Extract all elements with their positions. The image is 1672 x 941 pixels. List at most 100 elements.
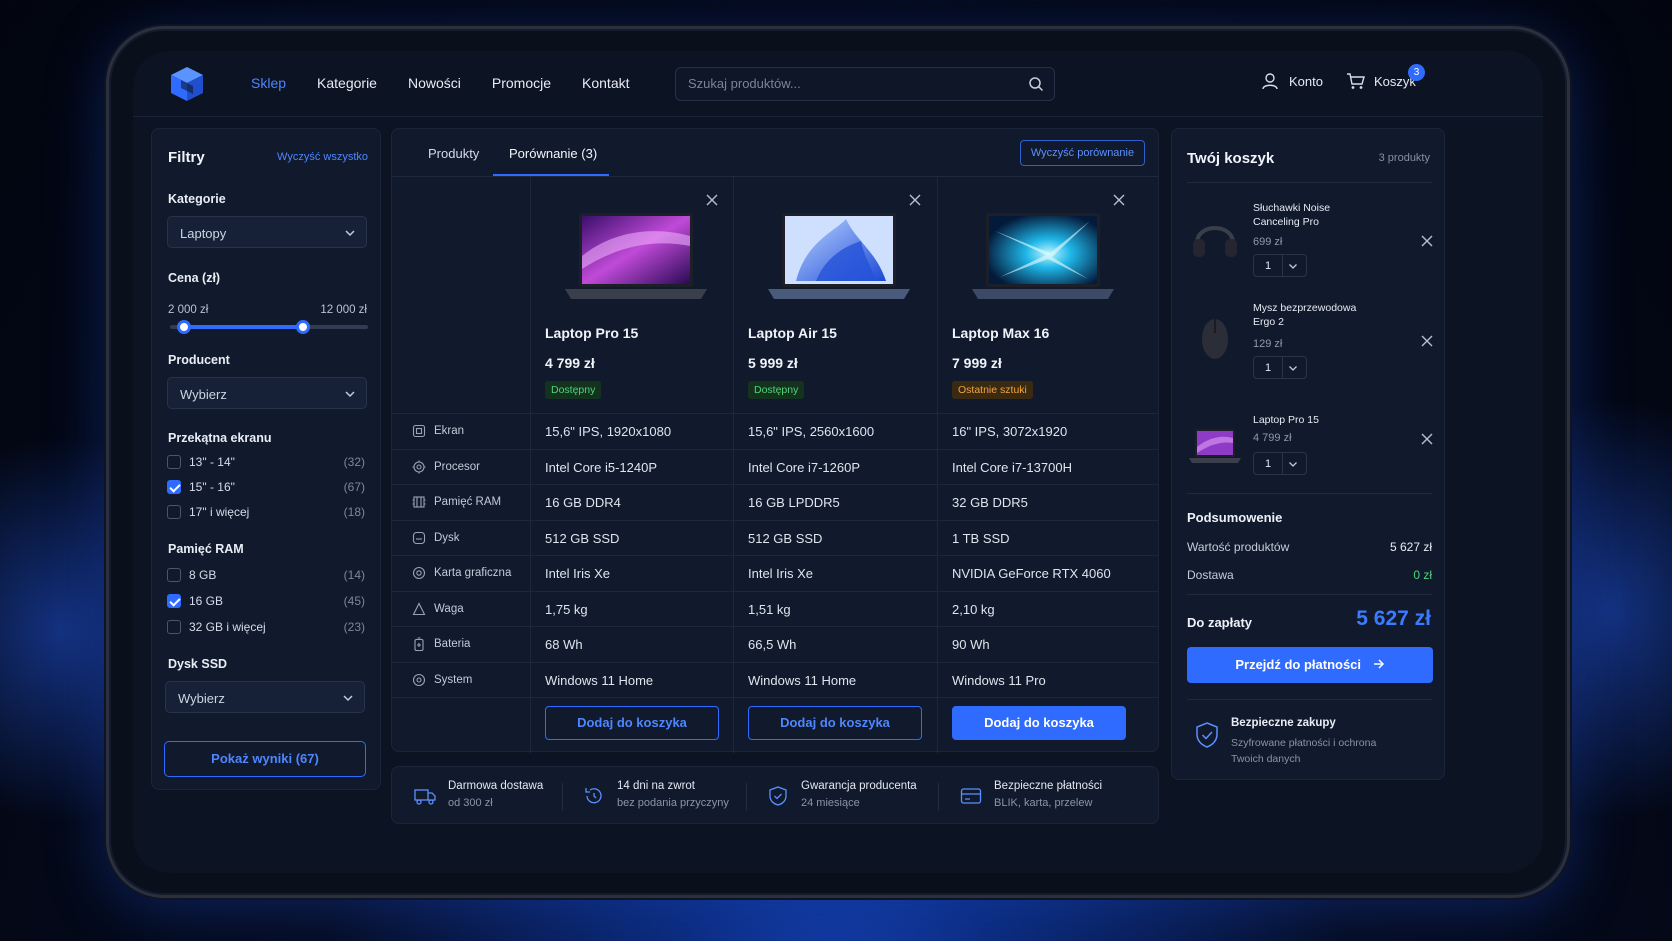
product-name: Laptop Pro 15 (545, 325, 639, 341)
ram-label: Pamięć RAM (168, 542, 244, 556)
perk-title: 14 dni na zwrot (617, 780, 695, 792)
nav-sklep[interactable]: Sklep (251, 75, 286, 91)
remove-item-icon[interactable] (1421, 235, 1433, 247)
account-link[interactable]: Konto (1261, 72, 1323, 90)
spec-label-text: Dysk (434, 531, 460, 544)
cube-logo-icon[interactable] (169, 65, 205, 103)
ssd-select[interactable]: Wybierz (165, 681, 365, 713)
checkbox[interactable] (167, 505, 181, 519)
user-icon (1262, 73, 1278, 90)
add-to-cart-button[interactable]: Dodaj do koszyka (545, 706, 719, 740)
spec-label: Bateria (412, 637, 470, 651)
shield-icon (769, 786, 787, 806)
spec-row-ram: Pamięć RAM 16 GB DDR4 16 GB LPDDR5 32 GB… (392, 484, 1158, 520)
ram-option[interactable]: 32 GB i więcej (23) (167, 618, 367, 636)
close-icon[interactable] (1113, 194, 1125, 206)
spec-label: System (412, 673, 472, 687)
add-to-cart-button[interactable]: Dodaj do koszyka (748, 706, 922, 740)
price-slider-track[interactable] (170, 320, 368, 334)
ram-option[interactable]: 16 GB (45) (167, 592, 367, 610)
remove-item-icon[interactable] (1421, 335, 1433, 347)
checkbox-checked[interactable] (167, 480, 181, 494)
perk-divider (562, 783, 563, 811)
cart-panel: Twój koszyk 3 produkty Słuchawki Noise C… (1171, 128, 1445, 780)
spec-row-screen: Ekran 15,6" IPS, 1920x1080 15,6" IPS, 25… (392, 413, 1158, 449)
search-icon[interactable] (1028, 76, 1044, 92)
perk-divider (938, 783, 939, 811)
quantity-value: 1 (1265, 260, 1272, 272)
screen-option[interactable]: 17" i więcej (18) (167, 503, 367, 521)
qty-divider (1282, 255, 1283, 276)
truck-icon (414, 789, 436, 805)
spec-value: Intel Core i7-13700H (952, 459, 1072, 475)
ram-option[interactable]: 8 GB (14) (167, 566, 367, 584)
filters-title: Filtry (168, 149, 205, 166)
spec-value: 15,6" IPS, 2560x1600 (748, 424, 875, 439)
cart-title: Twój koszyk (1187, 150, 1275, 167)
quantity-select[interactable]: 1 (1253, 254, 1307, 277)
nav-kategorie[interactable]: Kategorie (317, 75, 377, 91)
spec-value: 16 GB LPDDR5 (748, 495, 840, 510)
price-slider-min-handle[interactable] (176, 320, 191, 334)
perks-bar: Darmowa dostawa od 300 zł 14 dni na zwro… (391, 766, 1159, 824)
screen-option[interactable]: 15" - 16" (67) (167, 478, 367, 496)
quantity-select[interactable]: 1 (1253, 356, 1307, 379)
spec-value: 512 GB SSD (748, 530, 823, 546)
category-select[interactable]: Laptopy (167, 216, 367, 248)
ram-option-count: (23) (343, 620, 365, 634)
tab-comparison[interactable]: Porównanie (3) (509, 146, 597, 161)
spec-value: Windows 11 Home (748, 672, 857, 688)
nav-promocje[interactable]: Promocje (492, 75, 551, 91)
nav-kontakt[interactable]: Kontakt (582, 75, 629, 91)
checkout-button[interactable]: Przejdź do płatności (1187, 647, 1433, 683)
spec-value: 90 Wh (952, 637, 990, 652)
screen-option-count: (18) (343, 505, 365, 519)
cart-item-price: 4 799 zł (1253, 432, 1292, 444)
close-icon[interactable] (706, 194, 718, 206)
cart-link[interactable]: Koszyk 3 (1346, 64, 1425, 90)
clear-comparison-button[interactable]: Wyczyść porównanie (1020, 140, 1145, 166)
spec-row-weight: Waga 1,75 kg 1,51 kg 2,10 kg (392, 590, 1158, 627)
cart-item-price: 129 zł (1253, 338, 1283, 350)
checkout-label: Przejdź do płatności (1235, 657, 1362, 672)
producer-select[interactable]: Wybierz (167, 377, 367, 409)
return-icon (585, 788, 602, 804)
search-input[interactable] (688, 76, 1008, 91)
price-slider-max-handle[interactable] (295, 320, 310, 334)
laptop-image (1189, 429, 1241, 463)
clear-all-filters-link[interactable]: Wyczyść wszystko (277, 151, 368, 163)
main-nav: Sklep Kategorie Nowości Promocje Kontakt (251, 75, 661, 91)
spec-label: Ekran (412, 424, 464, 438)
app-screen: Sklep Kategorie Nowości Promocje Kontakt… (133, 51, 1543, 873)
chevron-down-icon (1289, 264, 1297, 269)
perk-subtitle: od 300 zł (448, 797, 493, 809)
add-to-cart-button[interactable]: Dodaj do koszyka (952, 706, 1126, 740)
screen-option-label: 13" - 14" (189, 455, 235, 469)
tab-products[interactable]: Produkty (428, 146, 479, 161)
checkbox[interactable] (167, 568, 181, 582)
checkbox[interactable] (167, 620, 181, 634)
quantity-select[interactable]: 1 (1253, 452, 1307, 475)
cart-item-name: Laptop Pro 15 (1253, 414, 1319, 426)
ram-option-count: (14) (343, 568, 365, 582)
product-price: 5 999 zł (748, 355, 798, 371)
chevron-down-icon (1289, 366, 1297, 371)
remove-item-icon[interactable] (1421, 433, 1433, 445)
spec-value: 2,10 kg (952, 601, 995, 617)
weight-icon (412, 601, 426, 615)
screen-option[interactable]: 13" - 14" (32) (167, 453, 367, 471)
laptop-image (972, 213, 1114, 299)
producer-select-value: Wybierz (180, 387, 227, 402)
search-box (675, 67, 1055, 101)
compare-product-card: Laptop Max 16 7 999 zł Ostatnie sztuki (938, 177, 1141, 413)
spec-value: Intel Core i5-1240P (545, 459, 658, 475)
checkbox-checked[interactable] (167, 594, 181, 608)
show-results-button[interactable]: Pokaż wyniki (67) (164, 741, 366, 777)
gpu-icon (412, 566, 426, 580)
checkbox[interactable] (167, 455, 181, 469)
qty-divider (1282, 453, 1283, 474)
close-icon[interactable] (909, 194, 921, 206)
producer-label: Producent (168, 353, 230, 367)
nav-nowosci[interactable]: Nowości (408, 75, 461, 91)
compare-product-card: Laptop Air 15 5 999 zł Dostępny (734, 177, 937, 413)
